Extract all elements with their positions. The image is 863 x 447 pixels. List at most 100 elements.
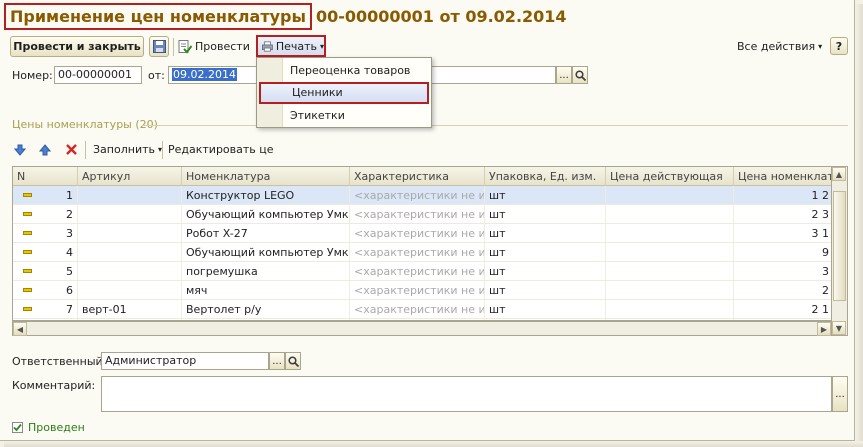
table-row[interactable]: 1 Конструктор LEGO<характеристики не ис..… <box>13 186 831 205</box>
table-row[interactable]: 5 погремушка<характеристики не ис...шт 3 <box>13 262 831 281</box>
column-header-article[interactable]: Артикул <box>78 167 182 186</box>
vertical-scrollbar[interactable]: ▲ ▼ <box>832 166 848 336</box>
cell-unit[interactable]: шт <box>485 205 606 224</box>
column-header-n[interactable]: N <box>13 167 78 186</box>
number-field[interactable]: 00-00000001 <box>54 66 142 84</box>
fill-button[interactable]: Заполнить ▾ <box>93 139 162 160</box>
table-row[interactable]: 3 Робот X-27<характеристики не ис...шт 3 1 <box>13 224 831 243</box>
cell-current-price[interactable] <box>606 243 734 262</box>
search-button[interactable] <box>572 66 588 84</box>
menu-item-label: Ценники <box>292 86 343 99</box>
cell-unit[interactable]: шт <box>485 281 606 300</box>
cell-char[interactable]: <характеристики не ис... <box>350 300 485 319</box>
cell-unit[interactable]: шт <box>485 262 606 281</box>
table-row[interactable]: 2 Обучающий компьютер Умка <характеристики… <box>13 205 831 224</box>
cell-price[interactable]: 3 <box>734 262 831 281</box>
delete-row-button[interactable] <box>66 139 77 160</box>
cell-price[interactable]: 1 2 <box>734 186 831 205</box>
cell-item[interactable]: мяч <box>182 281 350 300</box>
save-button[interactable] <box>149 36 169 57</box>
select-button[interactable]: ... <box>269 352 285 370</box>
column-header-unit[interactable]: Упаковка, Ед. изм. <box>485 167 606 186</box>
cell-price[interactable]: 9 <box>734 243 831 262</box>
menu-item-revaluation[interactable]: Переоценка товаров <box>259 60 429 82</box>
cell-current-price[interactable] <box>606 281 734 300</box>
cell-item[interactable]: Конструктор LEGO <box>182 186 350 205</box>
cell-current-price[interactable] <box>606 262 734 281</box>
edit-prices-button[interactable]: Редактировать це <box>168 139 274 160</box>
scroll-thumb[interactable] <box>833 191 846 301</box>
cell-price[interactable]: 2 1 <box>734 300 831 319</box>
menu-item-labels[interactable]: Этикетки <box>259 105 429 127</box>
column-header-price[interactable]: Цена номенклатуры <box>734 167 831 186</box>
cell-n[interactable]: 2 <box>13 205 78 224</box>
cell-current-price[interactable] <box>606 224 734 243</box>
status-label[interactable]: Проведен <box>28 421 85 434</box>
cell-n[interactable]: 4 <box>13 243 78 262</box>
column-header-characteristic[interactable]: Характеристика <box>350 167 485 186</box>
post-and-close-button[interactable]: Провести и закрыть <box>10 36 144 57</box>
cell-article[interactable] <box>78 243 182 262</box>
cell-item[interactable]: Обучающий компьютер Умка-2 <box>182 243 350 262</box>
cell-unit[interactable]: шт <box>485 224 606 243</box>
printer-icon <box>262 40 273 52</box>
cell-char[interactable]: <характеристики не ис... <box>350 243 485 262</box>
print-label: Печать <box>275 39 317 53</box>
scroll-left-arrow-icon[interactable]: ◀ <box>13 322 27 336</box>
cell-item[interactable]: погремушка <box>182 262 350 281</box>
cell-char[interactable]: <характеристики не ис... <box>350 224 485 243</box>
responsible-field[interactable]: Администратор <box>101 352 269 370</box>
prices-table[interactable]: N Артикул Номенклатура Характеристика Уп… <box>12 166 832 321</box>
menu-item-price-tags[interactable]: Ценники <box>259 82 429 104</box>
cell-current-price[interactable] <box>606 300 734 319</box>
scroll-down-arrow-icon[interactable]: ▼ <box>832 321 846 335</box>
cell-n[interactable]: 3 <box>13 224 78 243</box>
cell-article[interactable] <box>78 281 182 300</box>
table-row[interactable]: 7 верт-01 Вертолет р/у <характеристики не и… <box>13 300 831 319</box>
search-button[interactable] <box>285 352 301 370</box>
post-button[interactable]: Провести <box>178 36 250 57</box>
column-header-item[interactable]: Номенклатура <box>182 167 350 186</box>
cell-price[interactable]: 3 1 <box>734 224 831 243</box>
cell-unit[interactable]: шт <box>485 243 606 262</box>
comment-expand-button[interactable]: ... <box>832 376 848 412</box>
cell-char[interactable]: <характеристики не ис... <box>350 281 485 300</box>
scroll-up-arrow-icon[interactable]: ▲ <box>832 167 846 181</box>
scroll-right-arrow-icon[interactable]: ▶ <box>817 322 831 336</box>
cell-unit[interactable]: шт <box>485 300 606 319</box>
toolbar-separator <box>173 38 174 56</box>
table-row[interactable]: 6 мяч<характеристики не ис...шт 2 <box>13 281 831 300</box>
cell-price[interactable]: 2 <box>734 281 831 300</box>
select-button[interactable]: ... <box>556 66 572 84</box>
cell-item[interactable]: Робот X-27 <box>182 224 350 243</box>
all-actions-button[interactable]: Все действия ▾ <box>737 36 822 57</box>
help-button[interactable]: ? <box>830 37 848 55</box>
move-down-button[interactable] <box>14 139 26 160</box>
arrow-down-icon <box>14 144 26 156</box>
cell-current-price[interactable] <box>606 186 734 205</box>
cell-item[interactable]: Вертолет р/у <box>182 300 350 319</box>
print-button[interactable]: Печать ▾ <box>256 35 326 57</box>
cell-char[interactable]: <характеристики не ис... <box>350 262 485 281</box>
cell-price[interactable]: 2 3 <box>734 205 831 224</box>
chevron-down-icon: ▾ <box>319 41 324 51</box>
cell-article[interactable] <box>78 262 182 281</box>
cell-n[interactable]: 5 <box>13 262 78 281</box>
cell-article[interactable]: верт-01 <box>78 300 182 319</box>
cell-n[interactable]: 6 <box>13 281 78 300</box>
comment-field[interactable] <box>101 376 832 412</box>
cell-article[interactable] <box>78 224 182 243</box>
cell-item[interactable]: Обучающий компьютер Умка <box>182 205 350 224</box>
table-row[interactable]: 4 Обучающий компьютер Умка-2 <характеристи… <box>13 243 831 262</box>
move-up-button[interactable] <box>39 139 51 160</box>
cell-n[interactable]: 7 <box>13 300 78 319</box>
cell-n[interactable]: 1 <box>13 186 78 205</box>
cell-char[interactable]: <характеристики не ис... <box>350 205 485 224</box>
cell-char[interactable]: <характеристики не ис... <box>350 186 485 205</box>
column-header-current-price[interactable]: Цена действующая <box>606 167 734 186</box>
cell-unit[interactable]: шт <box>485 186 606 205</box>
cell-current-price[interactable] <box>606 205 734 224</box>
cell-article[interactable] <box>78 205 182 224</box>
cell-article[interactable] <box>78 186 182 205</box>
horizontal-scrollbar[interactable]: ◀ ▶ <box>12 321 832 336</box>
